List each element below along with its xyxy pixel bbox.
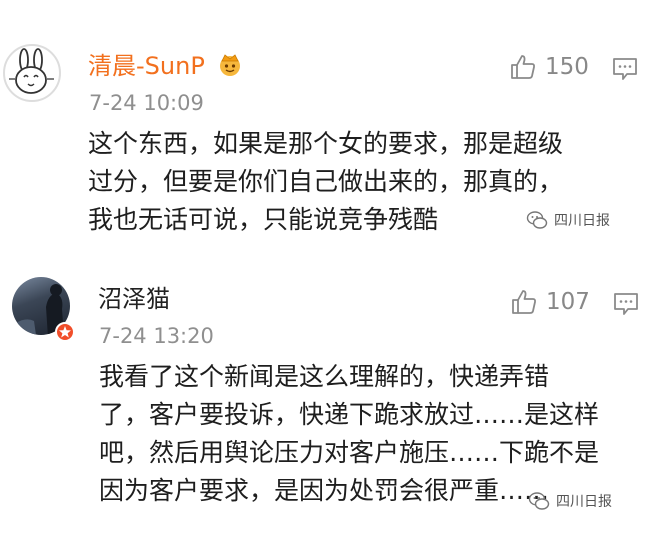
username[interactable]: 清晨-SunP: [88, 52, 205, 80]
crown-emoji-icon: [220, 54, 240, 76]
thumbs-up-icon: [512, 290, 536, 314]
thumbs-up-icon: [511, 55, 535, 79]
comment-item: 清晨-SunP 7-24 10:09 150 这个东西，如果是那个女的要求，那是…: [0, 0, 648, 260]
like-count: 107: [546, 289, 590, 315]
comment-timestamp: 7-24 10:09: [89, 91, 204, 115]
comment-text-line: 了，客户要投诉，快递下跪求放过……是这样: [99, 400, 600, 429]
comment-item: 沼泽猫 7-24 13:20 107 我看了这个新闻是这么理解的，快递弄错 了，…: [0, 262, 648, 557]
comment-text-line: 因为客户要求，是因为处罚会很严重……: [99, 476, 550, 505]
comment-icon[interactable]: [613, 292, 639, 316]
wechat-logo-icon: [526, 211, 548, 229]
watermark-text: 四川日报: [556, 494, 612, 510]
comment-icon[interactable]: [612, 57, 638, 81]
rabbit-avatar: [9, 48, 54, 94]
username[interactable]: 沼泽猫: [98, 285, 170, 313]
like-button[interactable]: 107: [510, 288, 590, 316]
comment-text-line: 这个东西，如果是那个女的要求，那是超级: [88, 129, 564, 158]
watermark: 四川日报: [528, 490, 612, 512]
comment-text: 我看了这个新闻是这么理解的，快递弄错 了，客户要投诉，快递下跪求放过……是这样 …: [99, 358, 599, 510]
comment-text-line: 我也无话可说，只能说竞争残酷: [88, 205, 439, 234]
comment-timestamp: 7-24 13:20: [99, 324, 214, 348]
watermark-text: 四川日报: [554, 213, 610, 229]
watermark: 四川日报: [526, 209, 610, 231]
comment-text: 这个东西，如果是那个女的要求，那是超级 过分，但要是你们自己做出来的，那真的， …: [88, 125, 563, 239]
comment-text-line: 我看了这个新闻是这么理解的，快递弄错: [99, 362, 550, 391]
like-button[interactable]: 150: [509, 53, 589, 81]
user-avatar[interactable]: [3, 44, 61, 102]
like-count: 150: [545, 54, 589, 80]
comment-text-line: 过分，但要是你们自己做出来的，那真的，: [88, 167, 564, 196]
comment-text-line: 吧，然后用舆论压力对客户施压……下跪不是: [99, 438, 600, 467]
wechat-logo-icon: [528, 492, 550, 510]
verified-badge-icon: [55, 322, 75, 342]
